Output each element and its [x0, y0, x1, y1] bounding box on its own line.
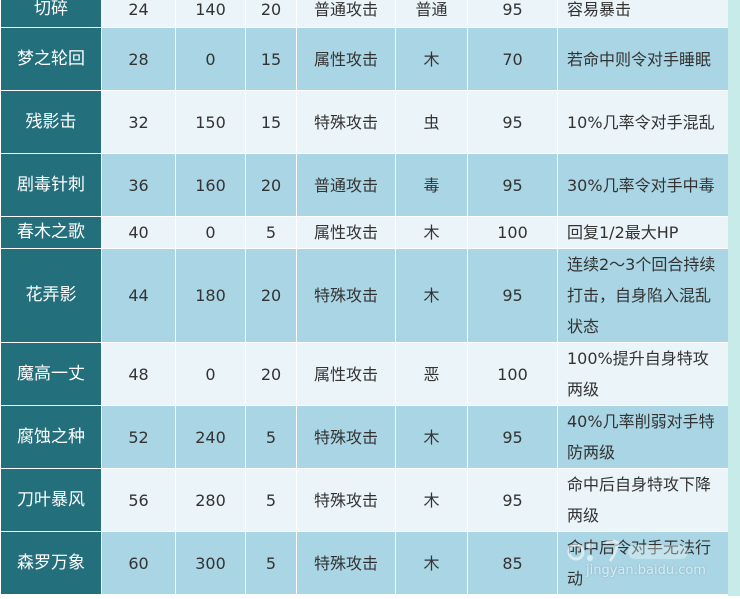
skill-effect: 命中后令对手无法行动 — [557, 531, 729, 595]
skill-type: 木 — [395, 531, 468, 595]
skill-name: 腐蚀之种 — [0, 405, 102, 469]
skill-effect: 命中后自身特攻下降两级 — [557, 468, 729, 532]
skill-name: 残影击 — [0, 90, 102, 154]
skill-effect: 若命中则令对手睡眠 — [557, 27, 729, 91]
skill-category: 特殊攻击 — [296, 405, 396, 469]
skill-accuracy: 95 — [467, 405, 558, 469]
skill-power: 160 — [175, 153, 246, 217]
skill-category: 特殊攻击 — [296, 90, 396, 154]
skill-level: 40 — [101, 216, 176, 249]
skill-category: 属性攻击 — [296, 342, 396, 406]
table-row: 剧毒针刺 36 160 20 普通攻击 毒 95 30%几率令对手中毒 — [0, 153, 729, 217]
skill-accuracy: 100 — [467, 216, 558, 249]
skill-name: 梦之轮回 — [0, 27, 102, 91]
skill-pp: 15 — [245, 90, 297, 154]
page-edge-strip — [728, 0, 740, 599]
skill-type: 毒 — [395, 153, 468, 217]
skill-pp: 15 — [245, 27, 297, 91]
skill-effect: 连续2～3个回合持续打击，自身陷入混乱状态 — [557, 248, 729, 343]
skill-accuracy: 95 — [467, 0, 558, 28]
skill-accuracy: 70 — [467, 27, 558, 91]
skills-table-body: 切碎 24 140 20 普通攻击 普通 95 容易暴击 梦之轮回 28 0 1… — [0, 0, 729, 595]
table-row: 春木之歌 40 0 5 属性攻击 木 100 回复1/2最大HP — [0, 216, 729, 249]
skill-pp: 20 — [245, 342, 297, 406]
skill-pp: 5 — [245, 468, 297, 532]
skill-type: 木 — [395, 468, 468, 532]
skill-type: 虫 — [395, 90, 468, 154]
table-row: 切碎 24 140 20 普通攻击 普通 95 容易暴击 — [0, 0, 729, 28]
skill-name: 森罗万象 — [0, 531, 102, 595]
skill-type: 普通 — [395, 0, 468, 28]
skill-name: 花弄影 — [0, 248, 102, 343]
skill-level: 56 — [101, 468, 176, 532]
skill-accuracy: 95 — [467, 468, 558, 532]
skill-category: 属性攻击 — [296, 216, 396, 249]
skill-power: 140 — [175, 0, 246, 28]
skill-level: 52 — [101, 405, 176, 469]
skill-effect: 10%几率令对手混乱 — [557, 90, 729, 154]
skill-category: 普通攻击 — [296, 0, 396, 28]
skill-accuracy: 95 — [467, 90, 558, 154]
skill-level: 24 — [101, 0, 176, 28]
table-row: 腐蚀之种 52 240 5 特殊攻击 木 95 40%几率削弱对手特防两级 — [0, 405, 729, 469]
skill-power: 0 — [175, 216, 246, 249]
table-row: 森罗万象 60 300 5 特殊攻击 木 85 命中后令对手无法行动 — [0, 531, 729, 595]
skill-category: 特殊攻击 — [296, 248, 396, 343]
skill-power: 0 — [175, 342, 246, 406]
skill-level: 44 — [101, 248, 176, 343]
skill-name: 春木之歌 — [0, 216, 102, 249]
skill-level: 28 — [101, 27, 176, 91]
skill-type: 木 — [395, 405, 468, 469]
skill-type: 恶 — [395, 342, 468, 406]
skill-name: 魔高一丈 — [0, 342, 102, 406]
skill-pp: 20 — [245, 248, 297, 343]
skill-category: 属性攻击 — [296, 27, 396, 91]
skill-name: 切碎 — [0, 0, 102, 28]
skill-name: 刀叶暴风 — [0, 468, 102, 532]
skill-pp: 5 — [245, 216, 297, 249]
skill-accuracy: 85 — [467, 531, 558, 595]
skill-category: 特殊攻击 — [296, 531, 396, 595]
table-row: 刀叶暴风 56 280 5 特殊攻击 木 95 命中后自身特攻下降两级 — [0, 468, 729, 532]
skill-level: 48 — [101, 342, 176, 406]
skill-effect: 容易暴击 — [557, 0, 729, 28]
skill-accuracy: 100 — [467, 342, 558, 406]
skill-category: 特殊攻击 — [296, 468, 396, 532]
table-row: 残影击 32 150 15 特殊攻击 虫 95 10%几率令对手混乱 — [0, 90, 729, 154]
skill-effect: 40%几率削弱对手特防两级 — [557, 405, 729, 469]
skill-pp: 5 — [245, 405, 297, 469]
skill-accuracy: 95 — [467, 248, 558, 343]
skill-level: 36 — [101, 153, 176, 217]
skill-pp: 20 — [245, 153, 297, 217]
table-row: 梦之轮回 28 0 15 属性攻击 木 70 若命中则令对手睡眠 — [0, 27, 729, 91]
skill-power: 180 — [175, 248, 246, 343]
skill-level: 60 — [101, 531, 176, 595]
skill-power: 0 — [175, 27, 246, 91]
skill-power: 150 — [175, 90, 246, 154]
skill-power: 300 — [175, 531, 246, 595]
skills-table: 切碎 24 140 20 普通攻击 普通 95 容易暴击 梦之轮回 28 0 1… — [0, 0, 729, 595]
skill-type: 木 — [395, 216, 468, 249]
skill-type: 木 — [395, 27, 468, 91]
skill-type: 木 — [395, 248, 468, 343]
skill-power: 240 — [175, 405, 246, 469]
skill-effect: 100%提升自身特攻两级 — [557, 342, 729, 406]
skill-pp: 5 — [245, 531, 297, 595]
skill-category: 普通攻击 — [296, 153, 396, 217]
skills-page: 切碎 24 140 20 普通攻击 普通 95 容易暴击 梦之轮回 28 0 1… — [0, 0, 740, 599]
skill-name: 剧毒针刺 — [0, 153, 102, 217]
skill-power: 280 — [175, 468, 246, 532]
skill-effect: 回复1/2最大HP — [557, 216, 729, 249]
skill-accuracy: 95 — [467, 153, 558, 217]
table-row: 魔高一丈 48 0 20 属性攻击 恶 100 100%提升自身特攻两级 — [0, 342, 729, 406]
skill-level: 32 — [101, 90, 176, 154]
skill-effect: 30%几率令对手中毒 — [557, 153, 729, 217]
skill-pp: 20 — [245, 0, 297, 28]
table-row: 花弄影 44 180 20 特殊攻击 木 95 连续2～3个回合持续打击，自身陷… — [0, 248, 729, 343]
